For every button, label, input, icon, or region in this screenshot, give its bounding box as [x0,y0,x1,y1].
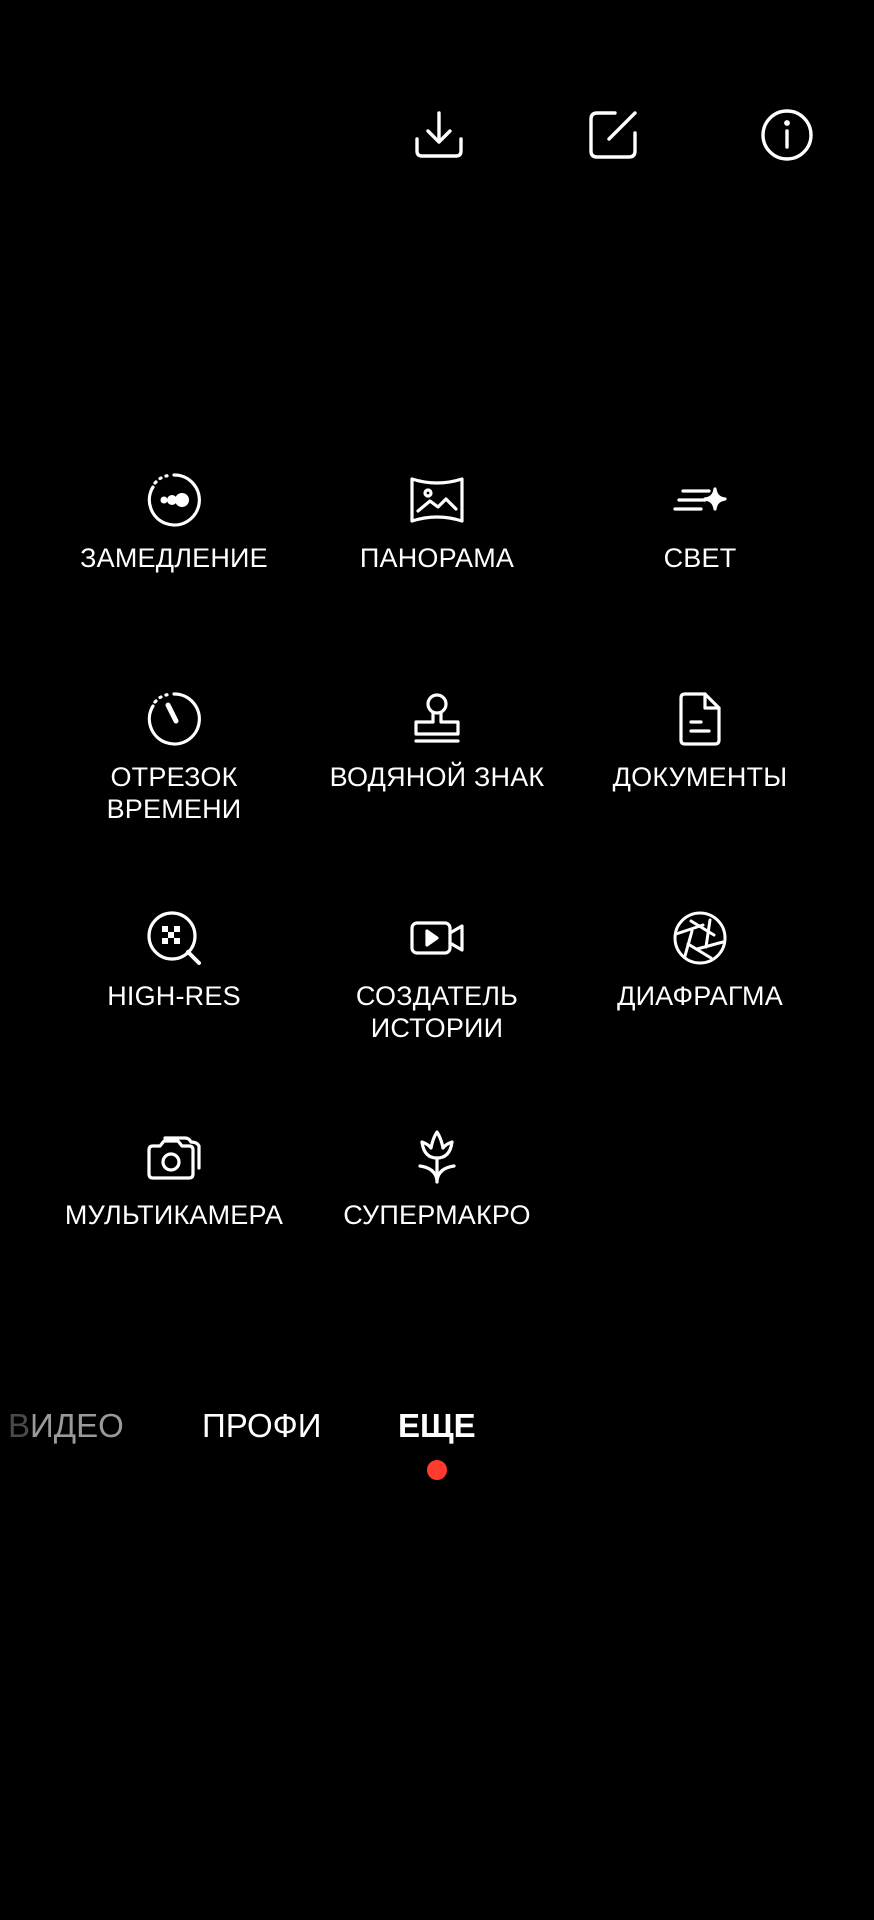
mode-slow-motion[interactable]: ЗАМЕДЛЕНИЕ [44,470,304,574]
mode-timelapse[interactable]: ОТРЕЗОК ВРЕМЕНИ [44,689,304,825]
stamp-icon [414,693,460,743]
mode-label: HIGH-RES [107,981,241,1011]
tab-more[interactable]: ЕЩЕ [398,1402,476,1450]
tab-video-prefix: В [8,1407,31,1444]
timelapse-icon [147,692,201,746]
tab-video-rest: ИДЕО [30,1407,124,1444]
mode-panorama[interactable]: ПАНОРАМА [307,470,567,574]
mode-label: ЗАМЕДЛЕНИЕ [80,543,268,573]
mode-story-creator[interactable]: СОЗДАТЕЛЬ ИСТОРИИ [307,908,567,1044]
mode-aperture[interactable]: ДИАФРАГМА [570,908,830,1012]
active-mode-indicator [427,1460,447,1480]
download-icon [415,111,463,158]
edit-button[interactable] [578,100,648,170]
slow-motion-icon [147,473,201,527]
panorama-icon [410,477,464,523]
mode-label: СОЗДАТЕЛЬ ИСТОРИИ [355,981,519,1043]
info-icon [761,109,813,161]
tab-video[interactable]: ВИДЕО [8,1402,124,1450]
mode-label: СУПЕРМАКРО [343,1200,531,1230]
mode-watermark[interactable]: ВОДЯНОЙ ЗНАК [307,689,567,793]
mode-supermacro[interactable]: СУПЕРМАКРО [307,1127,567,1231]
top-action-bar [0,100,874,170]
download-button[interactable] [404,100,474,170]
document-icon [679,692,721,746]
edit-icon [589,111,637,159]
multi-camera-icon [147,1136,201,1180]
mode-label: ДИАФРАГМА [617,981,783,1011]
story-video-icon [410,921,464,955]
mode-multicamera[interactable]: МУЛЬТИКАМЕРА [44,1127,304,1231]
mode-high-res[interactable]: HIGH-RES [44,908,304,1012]
mode-label: ОТРЕЗОК ВРЕМЕНИ [106,762,242,824]
light-sparkle-icon [673,487,727,511]
flower-macro-icon [418,1130,456,1184]
mode-switcher: ВИДЕО ПРОФИ ЕЩЕ [0,1402,874,1462]
info-button[interactable] [752,100,822,170]
aperture-icon [673,911,727,965]
mode-label: ПАНОРАМА [359,543,515,573]
mode-documents[interactable]: ДОКУМЕНТЫ [570,689,830,793]
mode-label: ВОДЯНОЙ ЗНАК [329,762,545,792]
mode-label: СВЕТ [663,543,737,573]
tab-pro[interactable]: ПРОФИ [202,1402,321,1450]
high-res-icon [147,911,201,965]
mode-light[interactable]: СВЕТ [570,470,830,574]
mode-label: МУЛЬТИКАМЕРА [64,1200,284,1230]
mode-label: ДОКУМЕНТЫ [612,762,788,792]
